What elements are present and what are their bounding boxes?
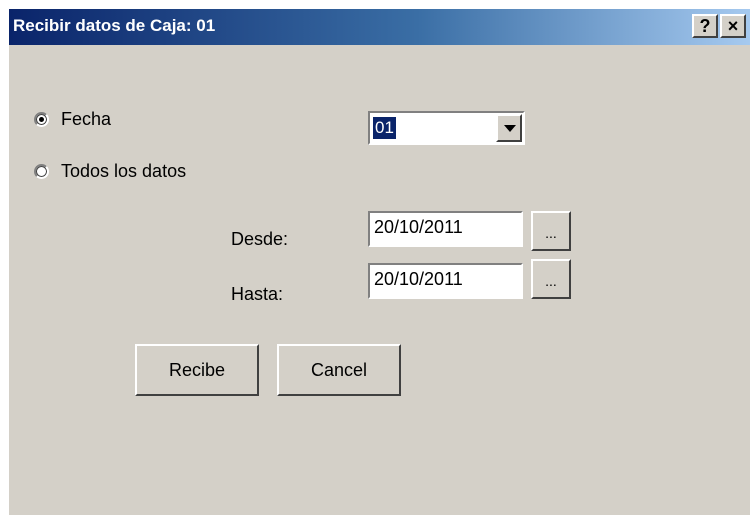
- radio-todos-label: Todos los datos: [61, 161, 187, 181]
- desde-label: Desde:: [231, 229, 289, 249]
- close-button[interactable]: ×: [720, 14, 746, 38]
- cancel-button[interactable]: Cancel: [277, 344, 401, 396]
- dialog-window: Recibir datos de Caja: 01 ? × Fecha Todo…: [8, 8, 750, 515]
- window-title: Recibir datos de Caja: 01: [13, 16, 216, 35]
- help-button[interactable]: ?: [692, 14, 718, 38]
- desde-picker-button[interactable]: ...: [531, 211, 571, 251]
- dropdown-button[interactable]: [496, 114, 522, 142]
- hasta-picker-button[interactable]: ...: [531, 259, 571, 299]
- chevron-down-icon: [504, 125, 516, 132]
- recibe-button[interactable]: Recibe: [135, 344, 259, 396]
- hasta-label: Hasta:: [231, 284, 284, 304]
- title-bar[interactable]: Recibir datos de Caja: 01 ? ×: [9, 9, 750, 45]
- hasta-date-field[interactable]: 20/10/2011: [368, 263, 523, 299]
- caja-select-value: 01: [373, 117, 396, 139]
- radio-todos-los-datos[interactable]: Todos los datos: [34, 161, 186, 182]
- radio-unchecked-icon: [34, 164, 49, 179]
- desde-date-field[interactable]: 20/10/2011: [368, 211, 523, 247]
- radio-fecha-label: Fecha: [61, 109, 112, 129]
- caja-select[interactable]: 01: [368, 111, 525, 145]
- radio-checked-icon: [34, 112, 49, 127]
- radio-fecha[interactable]: Fecha: [34, 109, 111, 130]
